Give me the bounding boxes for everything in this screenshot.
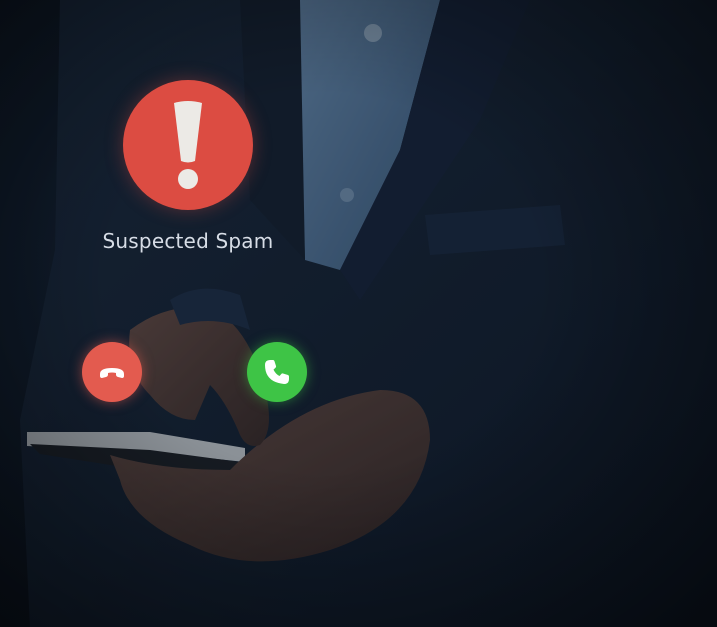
spam-label: Suspected Spam <box>102 229 274 253</box>
exclamation-icon <box>174 101 202 189</box>
decline-call-button[interactable] <box>82 342 142 402</box>
background-photo <box>0 0 717 627</box>
phone-icon <box>265 360 289 384</box>
phone-hangup-icon <box>100 368 124 378</box>
warning-badge <box>123 80 253 210</box>
accept-call-button[interactable] <box>247 342 307 402</box>
incoming-call-scene: Suspected Spam <box>0 0 717 627</box>
